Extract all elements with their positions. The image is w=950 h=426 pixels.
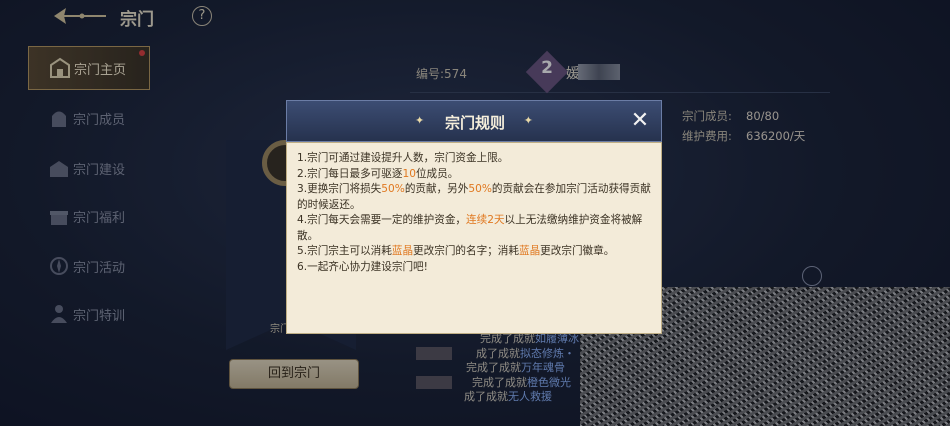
rule-item: 4.宗门每天会需要一定的维护资金，连续2天以上无法缴纳维护资金将被解散。 [297, 213, 657, 244]
rule-text: 6.一起齐心协力建设宗门吧! [297, 260, 428, 273]
rule-highlight: 蓝晶 [391, 245, 414, 257]
rule-highlight: 蓝晶 [518, 245, 541, 257]
sparkle-icon: ✦ [523, 114, 533, 127]
rule-text: 2.宗门每日最多可驱逐 [297, 167, 403, 180]
rule-item: 5.宗门宗主可以消耗蓝晶更改宗门的名字；消耗蓝晶更改宗门徽章。 [297, 244, 657, 260]
rule-text: 位成员。 [415, 167, 459, 180]
rule-item: 1.宗门可通过建设提升人数，宗门资金上限。 [297, 151, 657, 167]
rule-text: 更改宗门徽章。 [540, 245, 615, 257]
dialog-title: 宗门规则 [444, 114, 505, 132]
close-icon[interactable]: ✕ [629, 110, 651, 133]
dialog-body: 1.宗门可通过建设提升人数，宗门资金上限。 2.宗门每日最多可驱逐10位成员。 3.… [286, 142, 662, 334]
rule-highlight: 50% [381, 183, 405, 195]
rules-list: 1.宗门可通过建设提升人数，宗门资金上限。 2.宗门每日最多可驱逐10位成员。 3.… [297, 151, 657, 275]
rule-item: 2.宗门每日最多可驱逐10位成员。 [297, 167, 657, 183]
sect-rules-dialog: ✦ 宗门规则 ✦ ✕ 1.宗门可通过建设提升人数，宗门资金上限。 2.宗门每日最多… [286, 100, 662, 334]
rule-text: 1.宗门可通过建设提升人数，宗门资金上限。 [297, 152, 509, 164]
rule-text: 更改宗门的名字；消耗 [413, 245, 519, 257]
dialog-header: ✦ 宗门规则 ✦ ✕ [286, 100, 662, 142]
rule-text: 的贡献，另外 [404, 183, 469, 195]
rule-item: 6.一起齐心协力建设宗门吧! [297, 260, 657, 276]
rule-highlight: 连续2天 [466, 214, 505, 226]
rule-item: 3.更换宗门将损失50%的贡献，另外50%的贡献会在参加宗门活动获得贡献的时候返… [297, 182, 657, 213]
rule-text: 4.宗门每天会需要一定的维护资金， [297, 214, 467, 226]
rule-highlight: 10 [402, 167, 416, 180]
rule-text: 3.更换宗门将损失 [297, 183, 382, 195]
rule-highlight: 50% [468, 183, 492, 195]
rule-text: 5.宗门宗主可以消耗 [297, 245, 392, 257]
